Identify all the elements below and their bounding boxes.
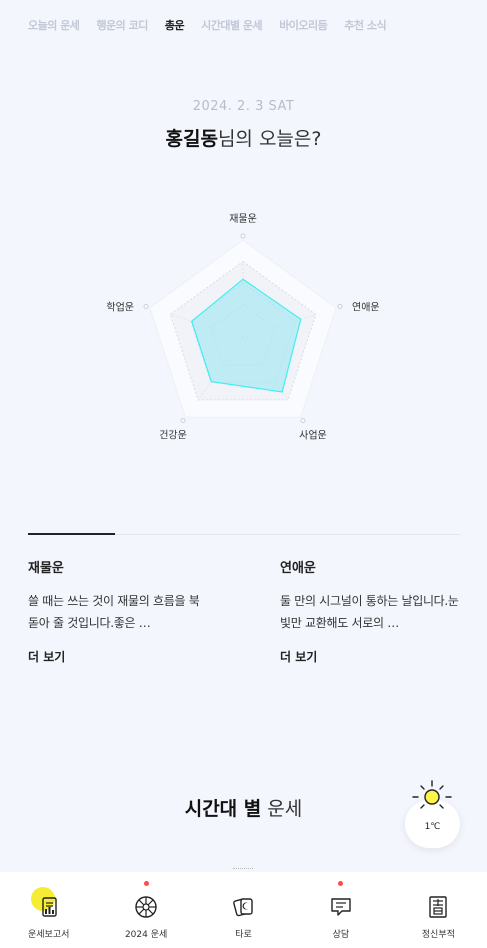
radar-axis-dot xyxy=(180,418,186,424)
radar-axis-dot xyxy=(300,418,306,424)
nav-label: 운세보고서 xyxy=(28,930,70,940)
card-title: 연애운 xyxy=(280,561,316,576)
card-title: 재물운 xyxy=(28,561,64,576)
radar-axis-dot xyxy=(240,233,246,239)
nav-label: 타로 xyxy=(235,930,252,940)
talisman-icon xyxy=(429,896,448,918)
drag-handle[interactable] xyxy=(233,868,253,870)
page-title: 홍길동님의 오늘은? xyxy=(0,124,487,151)
tab-recommended-news[interactable]: 추천 소식 xyxy=(344,17,386,33)
nav-item-consult[interactable]: 상담 xyxy=(292,872,389,948)
radar-label-study: 학업운 xyxy=(106,300,134,313)
fortune-card-wealth: 재물운 쓸 때는 쓰는 것이 재물의 흐름을 북돋아 줄 것입니다.좋은 … 더… xyxy=(28,557,208,666)
notification-dot xyxy=(143,881,149,886)
tab-overall-fortune[interactable]: 총운 xyxy=(162,17,187,33)
radar-label-love: 연애운 xyxy=(352,301,380,313)
nav-item-tarot[interactable]: 타로 xyxy=(195,872,292,948)
nav-label: 정신부적 xyxy=(421,930,455,940)
nav-item-talisman[interactable]: 정신부적 xyxy=(390,872,487,948)
radar-axis-dot xyxy=(337,303,343,309)
nav-label: 2024 운세 xyxy=(124,930,168,940)
radar-axis-dot xyxy=(143,303,149,309)
section-title-rest: 운세 xyxy=(261,798,303,820)
tab-lucky-outfit[interactable]: 행운의 코디 xyxy=(96,17,148,33)
sun-icon xyxy=(412,780,452,809)
card-text: 쓸 때는 쓰는 것이 재물의 흐름을 북돋아 줄 것입니다.좋은 … xyxy=(28,594,200,630)
nav-item-report[interactable]: 운세보고서 xyxy=(0,872,97,948)
bottom-navigation: 운세보고서 2024 운세 타로 상담 정신부적 xyxy=(0,872,487,948)
fortune-card-love: 연애운 둘 만의 시그널이 통하는 날입니다.눈빛만 교환해도 서로의 … 더 … xyxy=(280,557,460,666)
section-title-bold: 시간대 별 xyxy=(184,798,262,820)
date-label: 2024. 2. 3 SAT xyxy=(192,99,295,114)
title-suffix: 님의 오늘은? xyxy=(217,128,322,150)
report-icon xyxy=(42,897,57,917)
user-name: 홍길동 xyxy=(165,128,218,150)
more-link-wealth[interactable]: 더 보기 xyxy=(28,648,66,666)
radar-label-health: 건강운 xyxy=(159,430,187,442)
notification-dot xyxy=(338,881,344,886)
card-text: 둘 만의 시그널이 통하는 날입니다.눈빛만 교환해도 서로의 … xyxy=(280,594,459,630)
fortune-radar-chart: 재물운 연애운 사업운 건강운 학업운 xyxy=(106,213,380,442)
tarot-icon xyxy=(232,898,253,917)
category-tabs: 오늘의 운세 행운의 코디 총운 시간대별 운세 바이오리듬 추천 소식 xyxy=(0,0,487,50)
radar-label-wealth: 재물운 xyxy=(229,213,257,225)
nav-item-2024-fortune[interactable]: 2024 운세 xyxy=(97,872,194,948)
radar-label-business: 사업운 xyxy=(299,429,327,442)
tab-hourly-fortune[interactable]: 시간대별 운세 xyxy=(201,17,263,33)
nav-label: 상담 xyxy=(332,930,350,940)
wheel-icon xyxy=(135,896,157,918)
more-link-love[interactable]: 더 보기 xyxy=(280,648,318,666)
weather-temperature: 1℃ xyxy=(424,822,441,832)
tab-biorhythm[interactable]: 바이오리듬 xyxy=(279,17,328,33)
divider-indicator xyxy=(28,533,115,535)
tab-today-fortune[interactable]: 오늘의 운세 xyxy=(28,17,80,33)
chat-icon xyxy=(331,898,351,916)
